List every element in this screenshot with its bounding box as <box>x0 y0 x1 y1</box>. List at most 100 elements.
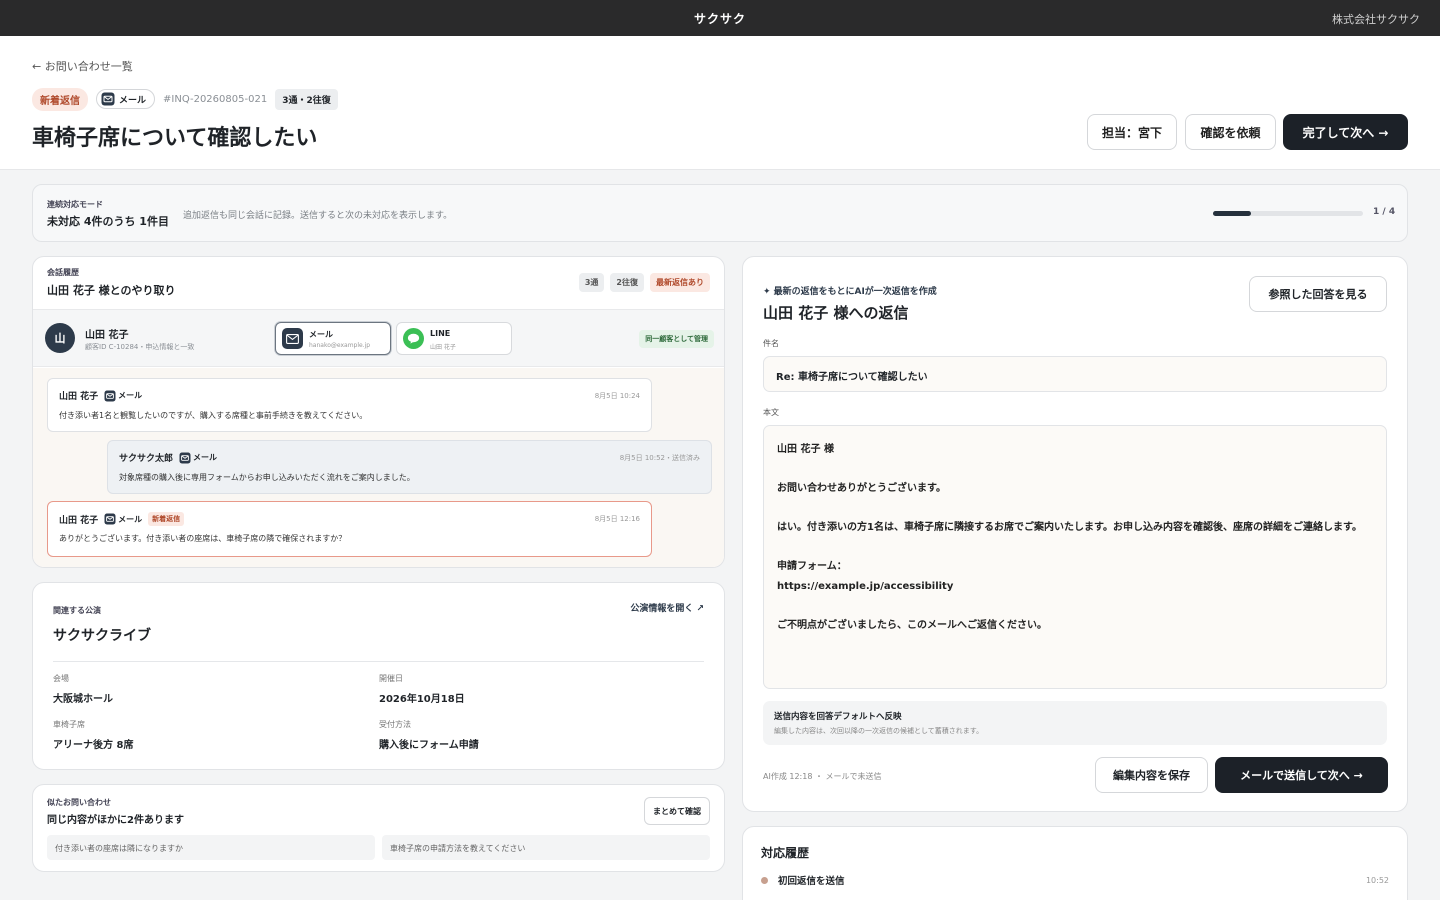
message-latest[interactable]: 山田 花子 メール 新着返信 8月5日 12:16 ありがとうございます。付き添… <box>47 501 652 557</box>
customer-name: 山田 花子 <box>85 330 129 341</box>
status-dot <box>761 876 768 884</box>
message-channel: メール <box>179 452 217 464</box>
message-sender: 山田 花子 メール <box>59 389 142 402</box>
mail-icon <box>104 390 116 401</box>
similar-item[interactable]: 付き添い者の座席は隣になりますか <box>47 835 375 860</box>
body-line: ご不明点がございましたら、このメールへご返信ください。 <box>777 619 1047 631</box>
message-time: 8月5日 10:52・送信済み <box>619 454 700 462</box>
customer-strip: 山 山田 花子 顧客ID C-10284・申込情報と一致 メール hanako@… <box>33 309 724 367</box>
reception-field: 受付方法 購入後にフォーム申請 <box>379 719 479 751</box>
mode-description: 追加返信も同じ会話に記録。送信すると次の未対応を表示します。 <box>183 211 453 221</box>
field-value: アリーナ後方 8席 <box>53 740 134 751</box>
new-reply-badge: 新着返信 <box>148 512 185 526</box>
back-link[interactable]: ← お問い合わせ一覧 <box>32 58 133 74</box>
message-channel: メール <box>104 513 142 525</box>
conversation-label: 会話履歴 <box>47 268 79 277</box>
inquiry-tags: 新着返信 メール #INQ-20260805-021 3通・2往復 <box>32 87 338 111</box>
conversation-header: 会話履歴 山田 花子 様とのやり取り <box>47 267 176 298</box>
history-item: 初回返信を送信 10:52 <box>761 873 1389 887</box>
sender-name: 山田 花子 <box>59 515 99 526</box>
message-list: 山田 花子 メール 8月5日 10:24 付き添い者1名と観覧したいのですが、購… <box>33 368 724 567</box>
body-line: 山田 花子 様 <box>777 444 834 455</box>
event-name: サクサクライブ <box>53 628 151 644</box>
similar-item[interactable]: 車椅子席の申請方法を教えてください <box>382 835 710 860</box>
page-title: 車椅子席について確認したい <box>32 126 318 151</box>
complete-next-button[interactable]: 完了して次へ → <box>1283 114 1408 150</box>
message-time: 8月5日 12:16 <box>594 515 640 523</box>
assignee-button[interactable]: 担当：宮下 <box>1087 114 1177 150</box>
field-label: 開催日 <box>379 674 403 683</box>
conversation-title: 山田 花子 様とのやり取り <box>47 284 176 297</box>
top-bar: サクサク 株式会社サクサク <box>0 0 1440 36</box>
message-body: ありがとうございます。付き添い者の座席は、車椅子席の隣で確保されますか？ <box>59 534 347 543</box>
app-brand: サクサク <box>693 12 746 26</box>
same-customer-badge: 同一顧客として管理 <box>639 330 714 348</box>
channel-name: LINE <box>430 329 451 338</box>
customer-id: 顧客ID C-10284・申込情報と一致 <box>85 343 195 351</box>
message-count-pill: 3通 <box>578 273 605 292</box>
reflect-description: 編集した内容は、次回以降の一次返信の候補として蓄積されます。 <box>774 727 984 735</box>
send-mail-next-button[interactable]: メールで送信して次へ → <box>1215 757 1388 793</box>
body-line <box>777 538 1373 558</box>
divider <box>53 661 704 662</box>
message-time: 8月5日 10:24 <box>594 392 640 400</box>
body-line: 申請フォーム： <box>777 561 847 572</box>
round-trip-pill: 2往復 <box>610 273 644 292</box>
save-edit-button[interactable]: 編集内容を保存 <box>1095 757 1208 793</box>
history-title: 対応履歴 <box>761 846 810 860</box>
message-channel: メール <box>104 390 142 402</box>
body-line <box>777 499 1373 519</box>
latest-reply-pill: 最新返信あり <box>650 273 710 292</box>
body-line: https://example.jp/accessibility <box>777 580 954 592</box>
continuous-mode-bar: 連続対応モード 未対応 4件のうち 1件目 追加返信も同じ会話に記録。送信すると… <box>32 184 1408 242</box>
body-textarea[interactable]: 山田 花子 様 お問い合わせありがとうございます。 はい。付き添いの方1名は、車… <box>763 425 1387 689</box>
conversation-card: 会話履歴 山田 花子 様とのやり取り 3通 2往復 最新返信あり 山 山田 花子… <box>32 256 725 568</box>
channel-label: メール <box>193 453 218 462</box>
field-value: 大阪城ホール <box>53 694 113 705</box>
ai-draft-label: ✦ 最新の返信をもとにAIが一次返信を作成 <box>763 287 937 297</box>
message-customer[interactable]: 山田 花子 メール 8月5日 10:24 付き添い者1名と観覧したいのですが、購… <box>47 378 652 432</box>
event-label: 関連する公演 <box>53 606 101 615</box>
progress-fill <box>1213 211 1251 216</box>
open-event-link[interactable]: 公演情報を開く ↗ <box>630 601 704 614</box>
subject-input[interactable]: Re: 車椅子席について確認したい <box>763 356 1387 392</box>
view-reference-button[interactable]: 参照した回答を見る <box>1249 276 1387 312</box>
history-card: 対応履歴 初回返信を送信 10:52 <box>742 826 1408 900</box>
reflect-title: 送信内容を回答デフォルトへ反映 <box>774 712 902 722</box>
reply-title: 山田 花子 様への返信 <box>763 304 909 322</box>
progress-bar <box>1213 211 1363 216</box>
channel-sub: hanako@example.jp <box>309 342 371 349</box>
mode-value: 未対応 4件のうち 1件目 <box>47 215 169 228</box>
mail-icon <box>101 92 115 106</box>
review-all-button[interactable]: まとめて確認 <box>644 797 710 825</box>
channel-tag-label: メール <box>119 95 147 106</box>
company-name: 株式会社サクサク <box>1332 13 1420 26</box>
line-icon <box>403 328 424 349</box>
message-body: 付き添い者1名と観覧したいのですが、購入する席種と事前手続きを教えてください。 <box>59 411 368 420</box>
channel-name: メール <box>309 330 333 339</box>
mode-label: 連続対応モード <box>47 200 103 209</box>
mail-icon <box>104 513 116 525</box>
request-review-button[interactable]: 確認を依頼 <box>1185 114 1276 150</box>
sender-name: 山田 花子 <box>59 392 99 402</box>
field-label: 車椅子席 <box>53 720 85 729</box>
channel-line[interactable]: LINE 山田 花子 <box>396 322 512 355</box>
body-line <box>777 596 1373 616</box>
thread-count: 3通・2往復 <box>275 88 338 110</box>
message-agent[interactable]: サクサク太郎 メール 8月5日 10:52・送信済み 対象席種の購入後に専用フォ… <box>107 440 712 494</box>
inquiry-header: ← お問い合わせ一覧 新着返信 メール #INQ-20260805-021 3通… <box>0 36 1440 170</box>
body-label: 本文 <box>763 408 779 417</box>
wheelchair-field: 車椅子席 アリーナ後方 8席 <box>53 719 133 751</box>
history-time: 10:52 <box>1365 875 1389 885</box>
progress-page: 1 / 4 <box>1373 207 1396 217</box>
history-label: 初回返信を送信 <box>778 876 845 887</box>
avatar: 山 <box>45 323 75 353</box>
channel-mail[interactable]: メール hanako@example.jp <box>275 322 391 355</box>
field-value: 2026年10月18日 <box>379 694 465 705</box>
mail-icon <box>179 452 191 463</box>
message-body: 対象席種の購入後に専用フォームからお申し込みいただく流れをご案内しました。 <box>119 473 415 482</box>
reflect-default-toggle[interactable]: 送信内容を回答デフォルトへ反映 編集した内容は、次回以降の一次返信の候補として蓄… <box>763 701 1387 745</box>
sender-name: サクサク太郎 <box>119 454 174 464</box>
body-line: はい。付き添いの方1名は、車椅子席に隣接するお席でご案内いたします。お申し込み内… <box>777 522 1362 533</box>
body-line <box>777 460 1373 480</box>
